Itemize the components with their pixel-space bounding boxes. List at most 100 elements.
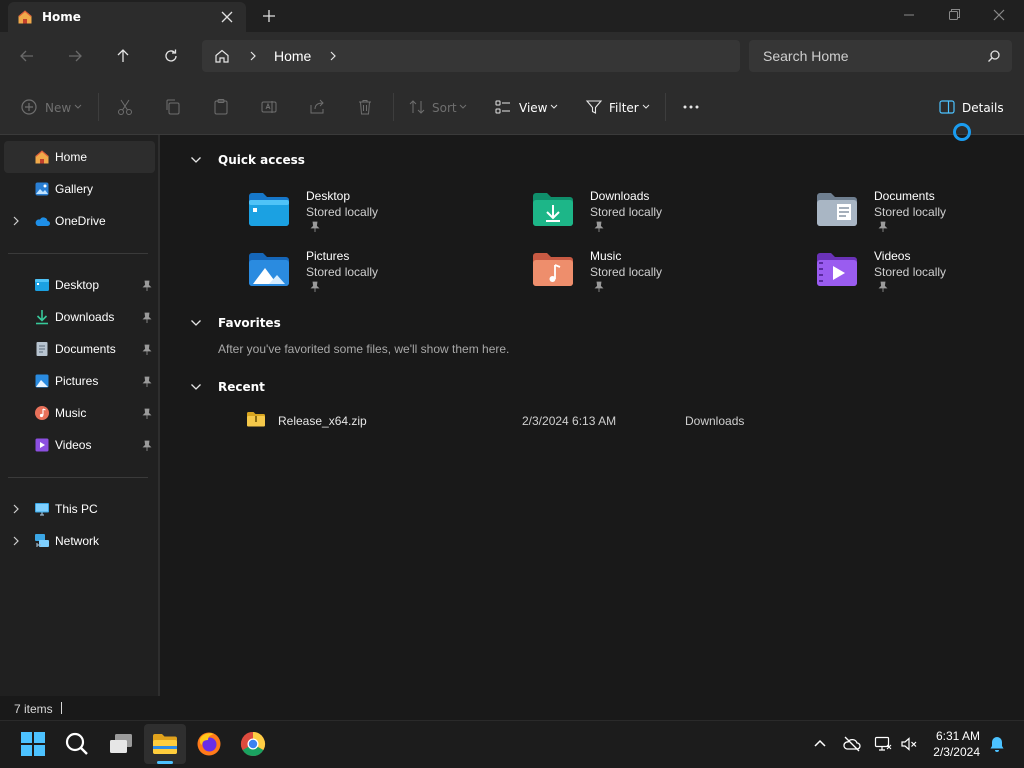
sort-icon[interactable] (408, 98, 426, 116)
sidebar-item-pictures[interactable]: Pictures (55, 374, 98, 388)
this-pc-icon (35, 503, 49, 516)
cloud-offline-icon[interactable] (843, 735, 861, 753)
view-button[interactable]: View (519, 101, 547, 115)
chevron-right-icon[interactable] (11, 216, 21, 226)
address-bar[interactable]: Home (202, 40, 740, 72)
desktop-folder-icon (35, 279, 49, 291)
pin-icon[interactable] (142, 344, 152, 356)
details-button[interactable]: Details (962, 101, 1004, 115)
forward-icon[interactable] (67, 48, 83, 64)
quick-access-documents[interactable]: Documents (874, 189, 935, 203)
firefox-icon[interactable] (196, 731, 222, 757)
more-options-icon[interactable] (682, 98, 700, 116)
new-icon[interactable] (20, 98, 38, 116)
file-explorer-icon[interactable] (152, 731, 178, 757)
videos-folder-icon[interactable] (815, 250, 859, 288)
minimize-icon[interactable] (901, 8, 917, 22)
sidebar-item-this-pc[interactable]: This PC (55, 502, 98, 516)
chevron-right-icon[interactable] (328, 50, 338, 62)
new-button[interactable]: New (45, 101, 71, 115)
sidebar-divider (8, 253, 148, 254)
copy-icon[interactable] (164, 98, 182, 116)
quick-access-downloads-status: Stored locally (590, 205, 663, 219)
home-outline-icon[interactable] (214, 48, 230, 64)
sidebar-item-music[interactable]: Music (55, 406, 86, 420)
quick-access-music[interactable]: Music (590, 249, 621, 263)
close-icon[interactable] (991, 8, 1007, 22)
share-icon[interactable] (308, 98, 326, 116)
downloads-folder-icon[interactable] (531, 190, 575, 228)
sidebar-item-desktop[interactable]: Desktop (55, 278, 99, 292)
cut-icon[interactable] (116, 98, 134, 116)
quick-access-desktop[interactable]: Desktop (306, 189, 350, 203)
table-row[interactable]: Release_x64.zip 2/3/2024 6:13 AM Downloa… (240, 406, 760, 434)
tab-title: Home (42, 10, 81, 24)
chevron-right-icon[interactable] (11, 536, 21, 546)
quick-access-header[interactable]: Quick access (218, 153, 305, 167)
clock-time[interactable]: 6:31 AM (922, 729, 980, 743)
filter-button[interactable]: Filter (609, 101, 639, 115)
sidebar-item-downloads[interactable]: Downloads (55, 310, 114, 324)
quick-access-pictures[interactable]: Pictures (306, 249, 349, 263)
network-icon (35, 534, 49, 547)
quick-access-videos[interactable]: Videos (874, 249, 910, 263)
sidebar-item-videos[interactable]: Videos (55, 438, 91, 452)
desktop-folder-icon[interactable] (247, 190, 291, 228)
chevron-right-icon[interactable] (11, 504, 21, 514)
task-view-icon[interactable] (108, 731, 134, 757)
search-box[interactable]: Search Home (749, 40, 1012, 72)
breadcrumb-home[interactable]: Home (274, 48, 311, 64)
pane-divider[interactable] (158, 135, 160, 696)
chevron-right-icon[interactable] (248, 50, 258, 62)
sidebar-item-home[interactable]: Home (55, 150, 87, 164)
sidebar-item-network[interactable]: Network (55, 534, 99, 548)
chrome-icon[interactable] (240, 731, 266, 757)
pictures-folder-icon[interactable] (247, 250, 291, 288)
search-icon[interactable] (64, 731, 90, 757)
volume-muted-icon[interactable] (900, 735, 918, 753)
pin-icon[interactable] (142, 312, 152, 324)
search-input[interactable]: Search Home (763, 48, 849, 64)
home-icon (18, 10, 32, 24)
chevron-up-icon[interactable] (811, 735, 829, 753)
windows-start-icon[interactable] (20, 731, 46, 757)
details-pane-icon[interactable] (938, 98, 956, 116)
sidebar-item-gallery[interactable]: Gallery (55, 182, 93, 196)
pin-icon[interactable] (142, 440, 152, 452)
clock-date[interactable]: 2/3/2024 (922, 745, 980, 759)
sidebar-item-onedrive[interactable]: OneDrive (55, 214, 106, 228)
paste-icon[interactable] (212, 98, 230, 116)
pin-icon[interactable] (142, 280, 152, 292)
view-icon[interactable] (494, 98, 512, 116)
up-icon[interactable] (115, 48, 131, 64)
back-icon[interactable] (19, 48, 35, 64)
delete-icon[interactable] (356, 98, 374, 116)
chevron-down-icon[interactable] (190, 155, 202, 165)
network-status-icon[interactable] (874, 735, 892, 753)
zip-folder-icon (247, 412, 265, 427)
filter-icon[interactable] (585, 98, 603, 116)
sidebar-item-documents[interactable]: Documents (55, 342, 116, 356)
rename-icon[interactable] (260, 98, 278, 116)
tab-home[interactable]: Home (8, 2, 246, 32)
chevron-down-icon[interactable] (190, 318, 202, 328)
videos-icon (35, 438, 49, 452)
refresh-icon[interactable] (163, 48, 179, 64)
recent-file-name[interactable]: Release_x64.zip (278, 414, 367, 428)
notification-bell-icon[interactable] (988, 735, 1006, 753)
favorites-header[interactable]: Favorites (218, 316, 281, 330)
chevron-down-icon[interactable] (190, 382, 202, 392)
quick-access-downloads[interactable]: Downloads (590, 189, 649, 203)
quick-access-videos-status: Stored locally (874, 265, 947, 279)
search-icon[interactable] (987, 49, 1001, 63)
plus-icon[interactable] (262, 9, 276, 23)
quick-access-documents-status: Stored locally (874, 205, 947, 219)
close-tab-icon[interactable] (220, 10, 234, 24)
restore-icon[interactable] (946, 8, 962, 22)
music-folder-icon[interactable] (531, 250, 575, 288)
recent-header[interactable]: Recent (218, 380, 265, 394)
sort-button[interactable]: Sort (432, 101, 457, 115)
documents-folder-icon[interactable] (815, 190, 859, 228)
pin-icon[interactable] (142, 376, 152, 388)
pin-icon[interactable] (142, 408, 152, 420)
